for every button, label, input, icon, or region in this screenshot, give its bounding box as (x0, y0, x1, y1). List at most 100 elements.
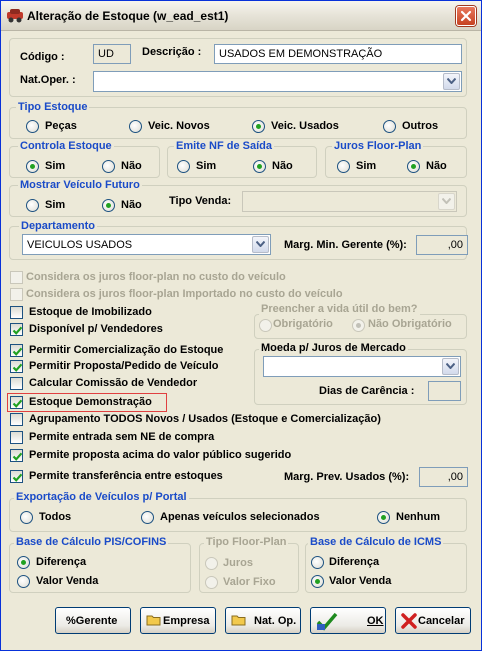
radio-mostrar-nao[interactable] (102, 199, 115, 212)
checkbox-juros-floor-custo-label: Considera os juros floor-plan no custo d… (26, 271, 286, 283)
folder-icon (231, 613, 247, 630)
radio-pis-valor-venda[interactable] (17, 575, 30, 588)
radio-export-todos-label: Todos (39, 511, 72, 523)
descricao-field[interactable]: USADOS EM DEMONSTRAÇÃO (214, 44, 462, 64)
checkbox-calcular-comissao[interactable] (10, 377, 23, 390)
ok-button-label: OK (367, 615, 384, 627)
margem-gerente-label: Marg. Min. Gerente (%): (284, 239, 407, 251)
checkbox-entrada-sem-ne-label: Permite entrada sem NE de compra (29, 431, 215, 443)
checkbox-juros-floor-importado[interactable] (10, 288, 23, 301)
departamento-select[interactable]: VEICULOS USADOS (22, 234, 271, 255)
exportacao-title: Exportação de Veículos p/ Portal (14, 491, 189, 503)
tipo-venda-label: Tipo Venda: (169, 195, 232, 207)
dropdown-arrow-button[interactable] (442, 358, 459, 375)
checkbox-permitir-proposta[interactable] (10, 360, 23, 373)
radio-juros-nao[interactable] (407, 160, 420, 173)
radio-tipo-pecas-label: Peças (45, 120, 77, 132)
ok-button[interactable]: OK (310, 607, 386, 634)
cancelar-button[interactable]: Cancelar (395, 607, 471, 634)
margem-gerente-field[interactable]: ,00 (416, 235, 468, 255)
radio-controla-nao[interactable] (102, 160, 115, 173)
radio-export-selecionados[interactable] (141, 511, 154, 524)
tipo-estoque-title: Tipo Estoque (16, 101, 90, 113)
radio-floor-juros-label: Juros (223, 557, 253, 569)
departamento-value: VEICULOS USADOS (27, 239, 133, 251)
tipo-venda-select[interactable] (242, 191, 457, 212)
radio-export-selecionados-label: Apenas veículos selecionados (160, 511, 320, 523)
emite-nf-title: Emite NF de Saída (174, 140, 274, 152)
radio-controla-sim[interactable] (26, 160, 39, 173)
radio-mostrar-sim[interactable] (26, 199, 39, 212)
cancelar-button-label: Cancelar (418, 615, 465, 627)
radio-tipo-novos[interactable] (129, 120, 142, 133)
check-icon (12, 326, 23, 335)
radio-export-nenhum-label: Nenhum (396, 511, 440, 523)
descricao-label: Descrição : (142, 46, 202, 58)
close-button[interactable] (456, 6, 476, 26)
radio-pis-diferenca-label: Diferença (36, 556, 87, 568)
radio-tipo-usados[interactable] (252, 120, 265, 133)
radio-vida-nao-obrigatorio-label: Não Obrigatório (368, 318, 452, 330)
radio-pis-valor-venda-label: Valor Venda (36, 575, 99, 587)
radio-vida-nao-obrigatorio[interactable] (352, 319, 365, 332)
radio-floor-valor-fixo[interactable] (205, 576, 218, 589)
marg-prev-usados-field[interactable]: ,00 (419, 467, 468, 487)
radio-icms-diferenca[interactable] (311, 556, 324, 569)
checkbox-imobilizado[interactable] (10, 306, 23, 319)
chevron-down-icon (446, 363, 455, 369)
radio-tipo-outros[interactable] (383, 120, 396, 133)
checkbox-permite-transferencia[interactable] (10, 470, 23, 483)
gerente-button[interactable]: %Gerente (55, 607, 131, 634)
radio-juros-sim[interactable] (337, 160, 350, 173)
natoper-select[interactable] (93, 71, 462, 92)
checkbox-proposta-acima-valor-label: Permite proposta acima do valor público … (29, 449, 292, 461)
controla-estoque-title: Controla Estoque (18, 140, 114, 152)
dropdown-arrow-button[interactable] (252, 236, 269, 253)
radio-export-todos[interactable] (20, 511, 33, 524)
radio-export-nenhum[interactable] (377, 511, 390, 524)
checkbox-juros-floor-importado-label: Considera os juros floor-plan Importado … (26, 288, 343, 300)
radio-mostrar-nao-label: Não (121, 199, 142, 211)
moeda-select[interactable] (263, 356, 461, 377)
radio-floor-juros[interactable] (205, 557, 218, 570)
dias-carencia-label: Dias de Carência : (319, 385, 415, 397)
radio-floor-valor-fixo-label: Valor Fixo (223, 576, 276, 588)
checkbox-agrupamento-todos-label: Agrupamento TODOS Novos / Usados (Estoqu… (29, 413, 381, 425)
juros-floor-title: Juros Floor-Plan (332, 140, 424, 152)
natop-button[interactable]: Nat. Op. (225, 607, 301, 634)
checkbox-disponivel-vendedores[interactable] (10, 323, 23, 336)
marg-prev-usados-label: Marg. Prev. Usados (%): (284, 471, 410, 483)
radio-icms-valor-venda[interactable] (311, 575, 324, 588)
checkbox-permitir-comercializacao[interactable] (10, 344, 23, 357)
checkbox-permitir-comercializacao-label: Permitir Comercialização do Estoque (29, 344, 224, 356)
codigo-field[interactable]: UD (93, 44, 131, 64)
checkbox-disponivel-vendedores-label: Disponível p/ Vendedores (29, 323, 163, 335)
radio-pis-diferenca[interactable] (17, 556, 30, 569)
radio-vida-obrigatorio[interactable] (259, 319, 272, 332)
app-icon (6, 7, 24, 24)
checkbox-entrada-sem-ne[interactable] (10, 431, 23, 444)
dropdown-arrow-button[interactable] (443, 73, 460, 90)
dias-carencia-field[interactable] (428, 381, 461, 401)
chevron-down-icon (442, 198, 451, 204)
radio-emite-sim[interactable] (177, 160, 190, 173)
checkbox-estoque-demonstracao-label: Estoque Demonstração (29, 396, 152, 408)
radio-tipo-pecas[interactable] (26, 120, 39, 133)
radio-emite-nao-label: Não (272, 160, 293, 172)
checkbox-juros-floor-custo[interactable] (10, 271, 23, 284)
window-title: Alteração de Estoque (w_ead_est1) (27, 9, 229, 23)
chevron-down-icon (256, 241, 265, 247)
empresa-button-label: Empresa (163, 615, 210, 627)
vida-util-title: Preencher a vida útil do bem? (259, 303, 420, 315)
radio-controla-sim-label: Sim (45, 160, 66, 172)
radio-emite-nao[interactable] (253, 160, 266, 173)
checkbox-estoque-demonstracao[interactable] (10, 396, 23, 409)
radio-vida-obrigatorio-label: Obrigatório (273, 318, 333, 330)
checkbox-proposta-acima-valor[interactable] (10, 449, 23, 462)
icms-title: Base de Cálculo de ICMS (308, 536, 444, 548)
empresa-button[interactable]: Empresa (140, 607, 216, 634)
checkbox-agrupamento-todos[interactable] (10, 413, 23, 426)
radio-icms-diferenca-label: Diferença (329, 556, 380, 568)
dropdown-arrow-button[interactable] (438, 193, 455, 210)
title-bar: Alteração de Estoque (w_ead_est1) (1, 1, 481, 31)
